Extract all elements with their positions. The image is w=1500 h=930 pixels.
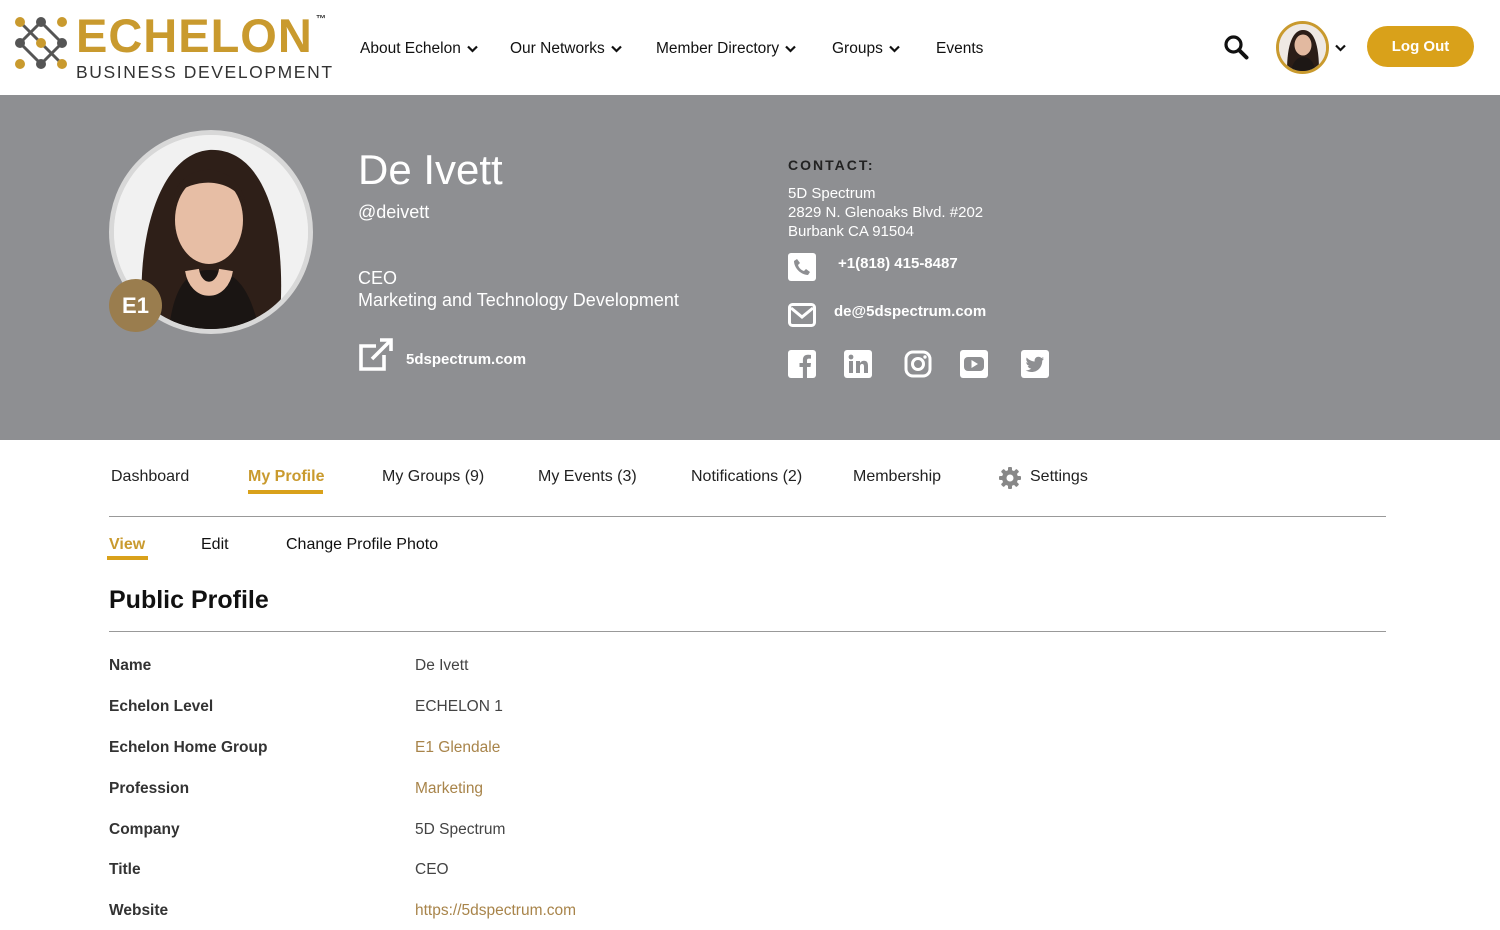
field-label-title: Title <box>109 861 141 878</box>
search-icon[interactable] <box>1223 34 1249 60</box>
tab-my-groups[interactable]: My Groups (9) <box>382 468 484 486</box>
field-value-profession-link[interactable]: Marketing <box>415 780 483 798</box>
instagram-icon[interactable] <box>904 350 932 378</box>
field-label-echelon-level: Echelon Level <box>109 698 214 715</box>
echelon-logo[interactable]: ECHELON ™ BUSINESS DEVELOPMENT <box>14 9 334 84</box>
linkedin-icon[interactable] <box>844 350 872 378</box>
logo-mark-icon <box>15 17 67 69</box>
section-divider <box>109 631 1386 632</box>
site-header: ECHELON ™ BUSINESS DEVELOPMENT About Ech… <box>0 0 1500 95</box>
profile-name: De Ivett <box>358 146 503 193</box>
tab-settings[interactable]: Settings <box>1030 468 1088 486</box>
email-icon <box>788 303 816 327</box>
address-line: Burbank CA 91504 <box>788 223 914 240</box>
contact-heading: CONTACT: <box>788 157 875 173</box>
contact-email[interactable]: de@5dspectrum.com <box>834 303 986 320</box>
field-value-company: 5D Spectrum <box>415 821 506 838</box>
logo-wordmark: ECHELON <box>76 9 313 62</box>
field-value-title: CEO <box>415 861 449 878</box>
chevron-down-icon <box>467 45 478 53</box>
user-avatar[interactable] <box>1276 21 1329 74</box>
logo-trademark: ™ <box>316 14 326 25</box>
profile-hero: E1 De Ivett @deivett CEO Marketing and T… <box>0 95 1500 440</box>
logout-button[interactable]: Log Out <box>1367 26 1474 67</box>
tab-my-profile[interactable]: My Profile <box>248 468 324 486</box>
field-label-home-group: Echelon Home Group <box>109 739 268 756</box>
phone-icon <box>788 253 816 281</box>
subtab-edit[interactable]: Edit <box>201 536 229 554</box>
youtube-icon[interactable] <box>960 350 988 378</box>
chevron-down-icon <box>785 45 796 53</box>
subtab-change-profile-photo[interactable]: Change Profile Photo <box>286 536 438 554</box>
active-subtab-indicator <box>107 556 148 560</box>
tab-notifications[interactable]: Notifications (2) <box>691 468 802 486</box>
nav-groups[interactable]: Groups <box>832 38 900 60</box>
address-line: 2829 N. Glenoaks Blvd. #202 <box>788 204 984 221</box>
profile-department: Marketing and Technology Development <box>358 290 679 310</box>
address-line: 5D Spectrum <box>788 185 876 202</box>
nav-about-echelon[interactable]: About Echelon <box>360 38 478 60</box>
field-value-website-link[interactable]: https://5dspectrum.com <box>415 902 576 920</box>
logo-subtitle: BUSINESS DEVELOPMENT <box>76 62 334 82</box>
nav-label: Groups <box>832 40 883 57</box>
subtab-view[interactable]: View <box>109 536 145 554</box>
profile-title: CEO <box>358 268 398 288</box>
field-label-company: Company <box>109 821 180 838</box>
active-tab-indicator <box>248 490 323 494</box>
field-value-echelon-level: ECHELON 1 <box>415 698 503 715</box>
chevron-down-icon[interactable] <box>1335 44 1346 52</box>
facebook-icon[interactable] <box>788 350 816 378</box>
field-label-profession: Profession <box>109 780 190 797</box>
nav-label: Our Networks <box>510 40 605 57</box>
contact-phone[interactable]: +1(818) 415-8487 <box>838 255 958 272</box>
twitter-icon[interactable] <box>1021 350 1049 378</box>
profile-handle: @deivett <box>358 202 430 222</box>
tab-dashboard[interactable]: Dashboard <box>111 468 189 486</box>
field-value-name: De Ivett <box>415 657 469 674</box>
field-value-home-group-link[interactable]: E1 Glendale <box>415 739 500 757</box>
section-title: Public Profile <box>109 586 269 614</box>
tab-membership[interactable]: Membership <box>853 468 941 486</box>
avatar-portrait-icon <box>1279 24 1326 71</box>
nav-label: Member Directory <box>656 40 780 57</box>
chevron-down-icon <box>610 45 622 53</box>
tab-my-events[interactable]: My Events (3) <box>538 468 637 486</box>
nav-member-directory[interactable]: Member Directory <box>656 38 796 60</box>
nav-our-networks[interactable]: Our Networks <box>510 38 622 60</box>
chevron-down-icon <box>889 45 900 53</box>
field-label-website: Website <box>109 902 169 919</box>
profile-website-link[interactable]: 5dspectrum.com <box>406 351 526 368</box>
nav-label: Events <box>936 40 984 57</box>
level-badge: E1 <box>109 279 162 332</box>
gear-icon[interactable] <box>998 466 1022 490</box>
nav-label: About Echelon <box>360 40 461 57</box>
field-label-name: Name <box>109 657 152 674</box>
nav-events[interactable]: Events <box>936 38 983 60</box>
tabs-divider <box>109 516 1386 517</box>
external-link-icon[interactable] <box>356 338 394 374</box>
